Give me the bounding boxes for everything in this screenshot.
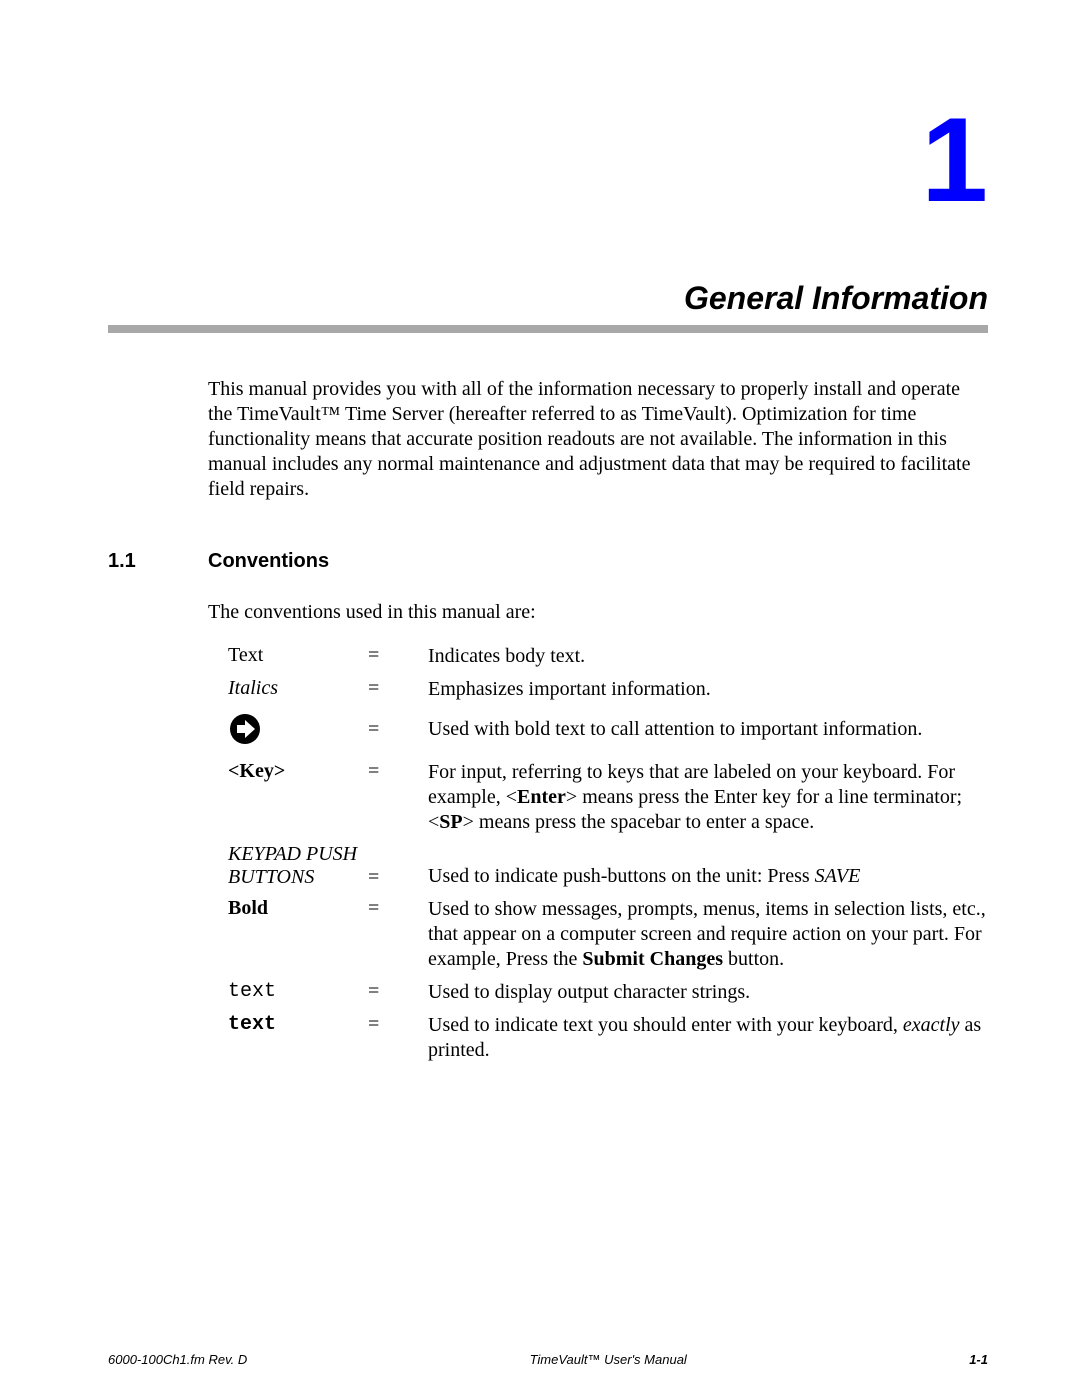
conv-eq: =	[368, 1013, 428, 1036]
conv-desc: Used to indicate text you should enter w…	[428, 1013, 988, 1063]
conv-eq: =	[368, 677, 428, 700]
conv-desc: Used to indicate push-buttons on the uni…	[428, 864, 988, 889]
chapter-number: 1	[108, 100, 988, 220]
convention-row-arrow: = Used with bold text to call attention …	[228, 712, 988, 746]
conv-label: text	[228, 1013, 368, 1036]
intro-paragraph: This manual provides you with all of the…	[208, 377, 988, 502]
conv-label: KEYPAD PUSH BUTTONS	[228, 843, 368, 889]
conv-label: <Key>	[228, 760, 368, 783]
conv-desc: Used with bold text to call attention to…	[428, 717, 988, 742]
conv-eq: =	[368, 760, 428, 783]
convention-row-mono: text = Used to display output character …	[228, 980, 988, 1005]
conv-label: Italics	[228, 677, 368, 700]
section-heading: 1.1 Conventions	[108, 550, 988, 573]
conv-eq: =	[368, 980, 428, 1003]
section-title: Conventions	[208, 550, 329, 573]
enter-key-bold: Enter	[517, 786, 566, 808]
conv-desc-part: Used to indicate text you should enter w…	[428, 1014, 903, 1036]
convention-row-text: Text = Indicates body text.	[228, 644, 988, 669]
conv-desc-part: > means press the spacebar to enter a sp…	[463, 811, 815, 833]
conv-label: Bold	[228, 897, 368, 920]
footer-left: 6000-100Ch1.fm Rev. D	[108, 1352, 247, 1367]
convention-row-keypad: KEYPAD PUSH BUTTONS = Used to indicate p…	[228, 843, 988, 889]
convention-row-monobold: text = Used to indicate text you should …	[228, 1013, 988, 1063]
page-footer: 6000-100Ch1.fm Rev. D TimeVault™ User's …	[108, 1352, 988, 1367]
conv-label: text	[228, 980, 368, 1003]
conv-eq: =	[368, 644, 428, 667]
conv-eq: =	[368, 897, 428, 920]
conv-label-line2: BUTTONS	[228, 866, 314, 889]
conv-label: Text	[228, 644, 368, 667]
exactly-italic: exactly	[903, 1014, 960, 1036]
sp-key-bold: SP	[439, 811, 462, 833]
conv-desc: Emphasizes important information.	[428, 677, 988, 702]
conv-desc: Used to display output character strings…	[428, 980, 988, 1005]
conv-desc-part: Used to indicate push-buttons on the uni…	[428, 865, 815, 887]
footer-right: 1-1	[969, 1352, 988, 1367]
convention-row-italics: Italics = Emphasizes important informati…	[228, 677, 988, 702]
conv-eq: =	[368, 718, 428, 741]
conv-label	[228, 712, 368, 746]
conv-eq: =	[368, 866, 428, 889]
submit-changes-bold: Submit Changes	[582, 948, 723, 970]
title-divider	[108, 325, 988, 333]
save-label-italic: SAVE	[815, 865, 861, 887]
conv-desc: For input, referring to keys that are la…	[428, 760, 988, 835]
convention-row-key: <Key> = For input, referring to keys tha…	[228, 760, 988, 835]
conv-desc-part: button.	[723, 948, 784, 970]
conv-desc: Indicates body text.	[428, 644, 988, 669]
section-lead: The conventions used in this manual are:	[208, 601, 988, 624]
arrow-right-icon	[228, 712, 368, 746]
chapter-title: General Information	[108, 280, 988, 317]
convention-row-bold: Bold = Used to show messages, prompts, m…	[228, 897, 988, 972]
conv-desc: Used to show messages, prompts, menus, i…	[428, 897, 988, 972]
section-number: 1.1	[108, 550, 208, 573]
footer-center: TimeVault™ User's Manual	[530, 1352, 687, 1367]
conv-label-line1: KEYPAD PUSH	[228, 843, 368, 866]
